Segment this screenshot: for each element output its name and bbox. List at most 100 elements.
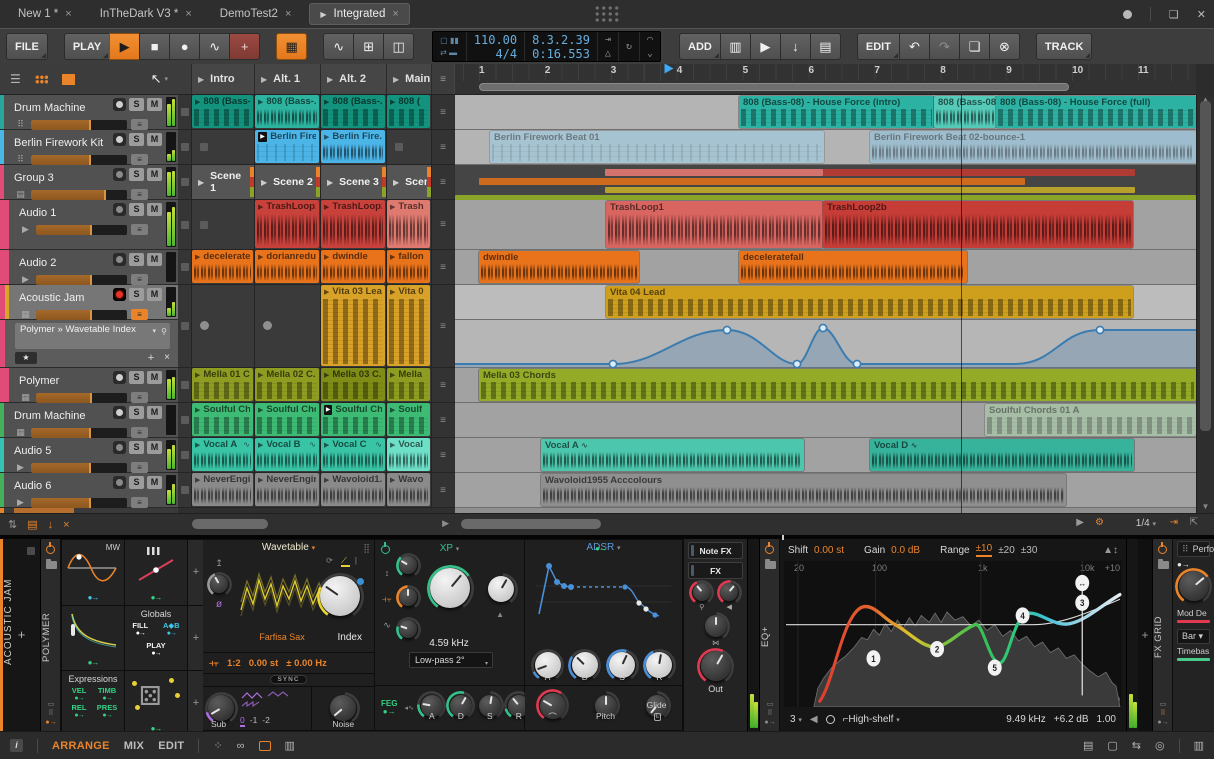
row-options-icon[interactable]: ≡ (432, 95, 454, 129)
info-icon[interactable]: i (10, 739, 23, 752)
pointer-tool-icon[interactable]: ↖ ▾ (151, 71, 168, 87)
close-tab-icon[interactable]: × (285, 8, 291, 20)
clip-slot[interactable]: ▶ TrashLoop2b (321, 200, 387, 249)
track-options-button[interactable]: ≡ (131, 392, 148, 403)
mod-routing-icon[interactable]: ●→ (62, 658, 124, 667)
scene-clip[interactable]: ▶ Scene 2 (255, 165, 321, 199)
row-options-icon[interactable]: ≡ (432, 473, 454, 507)
launcher-clip[interactable]: ▶ Mella (387, 368, 430, 401)
add-menu-button[interactable]: ADD (679, 33, 721, 60)
delete-icon[interactable]: ⊗ (988, 33, 1020, 60)
automation-lane[interactable] (455, 320, 1196, 368)
scene-options-icon[interactable]: ≡ (432, 64, 454, 94)
clip-play-icon[interactable]: ▶ (258, 371, 263, 379)
arranger-vertical-scrollbar[interactable]: ▲ ▼ (1196, 95, 1214, 513)
stop-clips-button[interactable] (178, 200, 192, 249)
lfo-modulator[interactable]: MW ●→ (62, 540, 124, 605)
arranger-clip[interactable]: TrashLoop2b (823, 201, 1133, 248)
range-10-button[interactable]: ±10 (975, 543, 993, 557)
launcher-clip[interactable]: ▶ Berlin Fire... (321, 130, 385, 163)
envelope-type-select[interactable]: ADSR ▾ ●→ (525, 542, 682, 553)
clip-slot[interactable]: ▶ 808 (Bass-... (192, 95, 255, 129)
time-signature-display[interactable]: 4/4 (495, 47, 517, 61)
clip-slot[interactable]: ▶ 808 (Bass-... (321, 95, 387, 129)
arranger-clip[interactable]: 808 (Bass-08) - House Force (intro) (739, 96, 934, 128)
add-effect-track-icon[interactable]: ↓ (779, 33, 811, 60)
semitone-value[interactable]: 0.00 st (249, 658, 279, 669)
clip-play-icon[interactable]: ▶ (390, 253, 395, 261)
stop-clips-button[interactable] (178, 285, 192, 367)
add-audio-track-icon[interactable]: ▶ (749, 33, 781, 60)
clip-play-icon[interactable]: ▶ (324, 98, 329, 106)
launcher-clip[interactable]: ▶ 808 ( (387, 95, 430, 128)
time-display[interactable]: 0:16.553 (532, 47, 590, 61)
clip-play-icon[interactable]: ▶ (195, 253, 200, 261)
view-arrange[interactable]: ARRANGE (52, 740, 110, 752)
arranger-clip[interactable]: deceleratefall (739, 251, 967, 283)
clip-launcher-view-icon[interactable] (258, 740, 271, 751)
stop-clips-button[interactable] (178, 165, 192, 199)
row-options-icon[interactable]: ≡ (432, 130, 454, 164)
spread-knob[interactable] (720, 583, 739, 601)
solo-button[interactable]: S (129, 288, 144, 301)
arranger-clip[interactable]: 808 (Bass-08) - House Force (full) (996, 96, 1196, 128)
minimize-button[interactable] (1122, 9, 1132, 19)
launcher-clip[interactable]: ▶ Mella 01 C... (192, 368, 253, 401)
band-type-select[interactable]: ⌐High-shelf ▾ (843, 714, 900, 725)
row-options-icon[interactable]: ≡ (432, 403, 454, 437)
mixer-strip-icon[interactable]: ▥ (285, 739, 295, 752)
preset-browser-icon[interactable] (764, 559, 776, 569)
band-freq-value[interactable]: 9.49 kHz (1006, 714, 1045, 725)
add-box-icon[interactable]: ⊞ (353, 33, 385, 60)
clip-play-icon[interactable]: ▶ (324, 253, 329, 261)
clip-play-icon[interactable]: ▶ (258, 131, 268, 142)
row-options-icon[interactable]: ≡ (432, 165, 454, 199)
scene-column-main[interactable]: ▶ Main (387, 64, 432, 94)
redo-icon[interactable]: ↷ (928, 33, 960, 60)
row-options-icon[interactable]: ≡ (432, 285, 454, 367)
arranger-clip[interactable]: Wavoloid1955 Acccolours (541, 474, 1066, 506)
stop-clips-button[interactable] (178, 250, 192, 284)
preset-browser-icon[interactable] (45, 559, 57, 569)
launcher-clip[interactable]: ▶ Soulful Cho... (192, 403, 253, 436)
group-clip-strip[interactable] (605, 169, 823, 176)
launcher-clip[interactable]: ▶ 808 (Bass-... (321, 95, 385, 128)
arranger-track-lane[interactable]: Mella 03 Chords (455, 368, 1196, 403)
clip-slot[interactable]: ▶ Vocal (387, 438, 432, 472)
crossfade-icons[interactable]: ⌒ ⌄ (638, 32, 660, 61)
env-routing-icon[interactable]: ●→ (525, 544, 676, 553)
clip-slot[interactable]: ▶ NeverEngin... (192, 473, 255, 507)
mod-routing-icon[interactable]: ●→ (125, 593, 187, 602)
empty-clip-slot[interactable] (387, 130, 432, 164)
record-button[interactable]: ● (169, 33, 201, 60)
launcher-clip[interactable]: ▶ fallon (387, 250, 430, 283)
launcher-clip[interactable]: ▶ Wavo (387, 473, 430, 506)
clip-play-icon[interactable]: ▶ (390, 476, 395, 484)
add-modulator-button[interactable]: + (188, 540, 204, 605)
track-name[interactable]: Polymer (19, 375, 59, 387)
clip-play-icon[interactable]: ▶ (390, 203, 395, 211)
clip-slot[interactable]: ▶ 808 (Bass-... (255, 95, 321, 129)
clip-slot[interactable]: ▶ dwindle (321, 250, 387, 284)
empty-clip-slot[interactable] (255, 285, 321, 367)
file-menu-button[interactable]: FILE (6, 33, 48, 60)
restore-button[interactable]: ❏ (1169, 8, 1179, 21)
clip-slot[interactable]: ▶ Vita 03 Lead (321, 285, 387, 367)
stop-clips-button[interactable] (178, 95, 192, 129)
launcher-clip[interactable]: ▶ Trash (387, 200, 430, 248)
edit-menu-button[interactable]: EDIT (856, 33, 900, 60)
clip-play-icon[interactable]: ▶ (258, 98, 263, 106)
mute-button[interactable]: M (147, 406, 162, 419)
keytrack-knob[interactable] (399, 588, 417, 606)
eq-graph[interactable]: 20 100 1k 10k +10 -10 (784, 561, 1122, 707)
sub-level-knob[interactable] (208, 695, 234, 722)
clip-slot[interactable]: ▶ Soulful Cho... (255, 403, 321, 437)
playhead[interactable] (961, 95, 962, 513)
mute-button[interactable]: M (147, 133, 162, 146)
solo-button[interactable]: S (129, 253, 144, 266)
play-icon[interactable]: ▶ (261, 178, 267, 187)
clip-slot[interactable]: ▶ Wavo (387, 473, 432, 507)
clip-play-icon[interactable]: ▶ (195, 476, 200, 484)
track-options-button[interactable]: ≡ (131, 309, 148, 320)
launcher-clip[interactable]: ▶ Vita 03 Lead (321, 285, 385, 366)
